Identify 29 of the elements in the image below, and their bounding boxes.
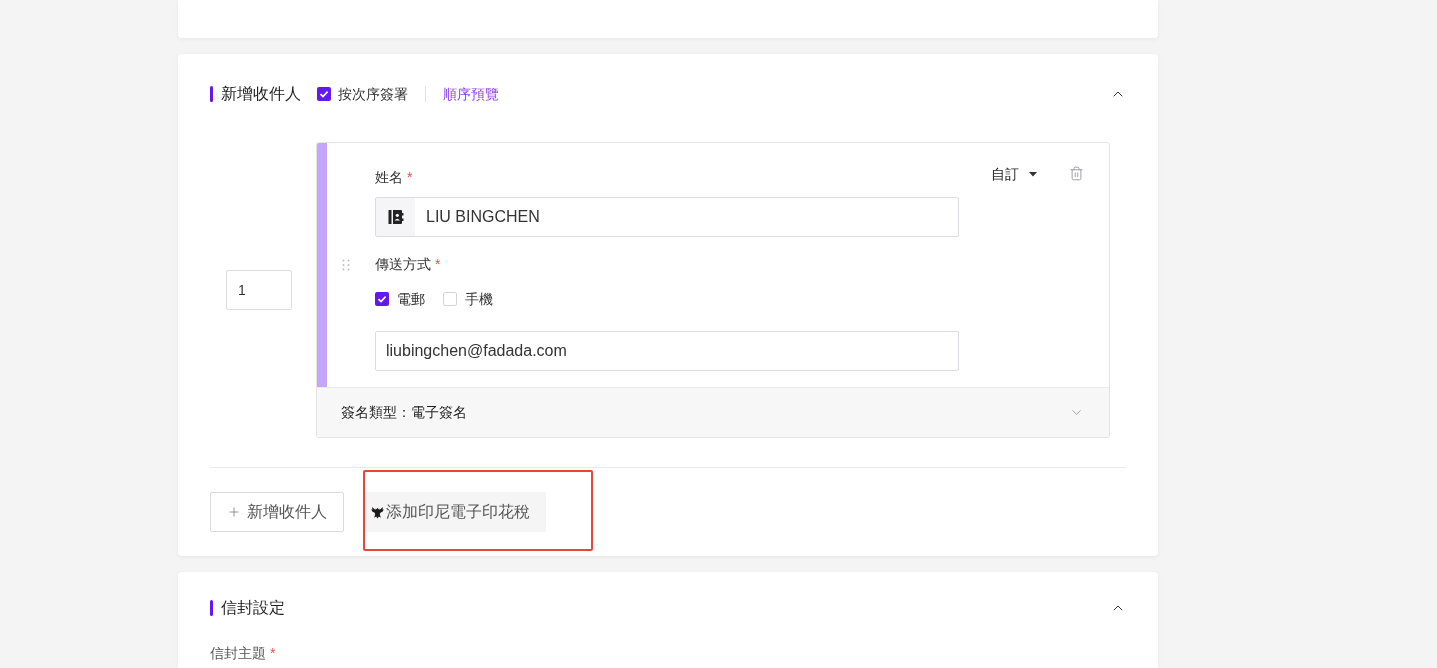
checkbox-label: 手機 <box>465 289 493 309</box>
checkbox-label: 電郵 <box>397 289 425 309</box>
contact-book-icon[interactable] <box>376 198 415 236</box>
required-mark: * <box>407 167 413 187</box>
add-recipient-button[interactable]: 新增收件人 <box>210 492 344 532</box>
field-label: 傳送方式 <box>375 254 431 274</box>
plus-icon <box>227 505 241 519</box>
eagle-icon <box>371 505 384 519</box>
add-stamp-duty-button[interactable]: 添加印尼電子印花稅 <box>363 492 546 532</box>
drag-handle-icon[interactable] <box>342 259 350 271</box>
field-label: 信封主題 <box>210 643 266 663</box>
name-field[interactable]: LIU BINGCHEN <box>375 197 959 237</box>
checkbox[interactable] <box>443 292 457 306</box>
section-title: 信封設定 <box>221 598 285 618</box>
required-mark: * <box>270 643 276 663</box>
order-preview-link[interactable]: 順序預覽 <box>443 83 499 105</box>
title-marker-icon <box>210 600 213 616</box>
section-title: 新增收件人 <box>221 84 301 104</box>
checkbox-label: 按次序簽署 <box>338 84 408 104</box>
order-field[interactable]: 1 <box>226 270 292 310</box>
signature-type-bar[interactable]: 簽名類型：電子簽名 <box>317 387 1109 437</box>
email-field[interactable]: liubingchen@fadada.com <box>375 331 959 371</box>
field-label: 姓名 <box>375 167 403 187</box>
checkbox[interactable] <box>317 87 331 101</box>
title-marker-icon <box>210 86 213 102</box>
checkbox[interactable] <box>375 292 389 306</box>
required-mark: * <box>435 254 441 274</box>
caret-down-icon <box>1029 171 1037 177</box>
role-dropdown[interactable]: 自訂 <box>991 164 1037 184</box>
